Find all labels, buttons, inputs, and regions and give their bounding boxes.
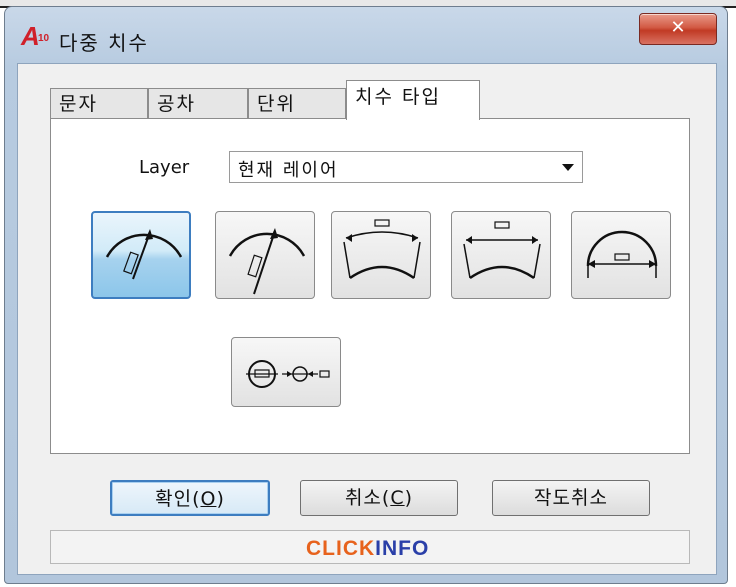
dialog-client-area: 문자 공차 단위 치수 타입 Layer 현재 레이어 확인(O) 취소(C) …	[17, 63, 717, 575]
ok-button[interactable]: 확인(O)	[110, 480, 270, 516]
window-title: 다중 치수	[59, 31, 149, 55]
arc-length-dim-icon	[343, 219, 421, 280]
undo-draw-label: 작도취소	[534, 487, 608, 509]
circle-diameter-dim-icon	[246, 360, 330, 388]
dim-type-circle-diameter-button[interactable]	[231, 337, 341, 407]
layer-dropdown[interactable]: 현재 레이어	[229, 151, 583, 183]
title-bar[interactable]: A 10 다중 치수 ✕	[5, 7, 727, 69]
dim-type-diameter-button[interactable]	[571, 211, 671, 299]
app-icon: A 10	[21, 21, 51, 51]
close-button[interactable]: ✕	[639, 13, 717, 45]
cancel-mnemonic: C	[390, 487, 405, 509]
layer-label: Layer	[139, 157, 190, 178]
dim-type-arc-chord-button[interactable]	[451, 211, 551, 299]
ok-label-end: )	[216, 488, 225, 510]
tab-text[interactable]: 문자	[50, 88, 148, 118]
app-icon-number: 10	[38, 33, 50, 44]
cancel-label: 취소(	[344, 487, 391, 509]
dim-type-arc-length-button[interactable]	[331, 211, 431, 299]
tab-tolerance[interactable]: 공차	[148, 88, 248, 118]
chevron-down-icon	[562, 164, 574, 171]
dim-type-radius-extended-button[interactable]	[215, 211, 315, 299]
cancel-label-end: )	[404, 487, 414, 509]
tab-units[interactable]: 단위	[248, 88, 346, 118]
tab-label: 치수 타입	[355, 86, 441, 108]
brand-logo: CLICKINFO	[306, 537, 429, 561]
tab-label: 문자	[59, 93, 98, 115]
ok-label: 확인(	[155, 488, 201, 510]
status-bar: CLICKINFO	[50, 530, 690, 564]
arc-radius-dim-icon	[105, 229, 183, 280]
ok-mnemonic: O	[200, 488, 217, 510]
tab-panel-dimension-type: Layer 현재 레이어	[50, 118, 690, 454]
cancel-button[interactable]: 취소(C)	[300, 480, 458, 516]
undo-draw-button[interactable]: 작도취소	[492, 480, 650, 516]
tab-label: 공차	[157, 93, 196, 115]
tab-dimension-type[interactable]: 치수 타입	[346, 80, 480, 120]
app-icon-letter: A	[21, 21, 40, 51]
arc-chord-dim-icon	[463, 221, 541, 280]
arc-diameter-dim-icon	[586, 230, 658, 278]
brand-part1: CLICK	[306, 537, 376, 560]
dialog-window: A 10 다중 치수 ✕ 문자 공차 단위 치수 타입 Layer 현재 레이어	[4, 6, 728, 584]
brand-part2: INFO	[375, 537, 430, 560]
dim-type-radius-button[interactable]	[91, 211, 191, 299]
close-icon: ✕	[670, 17, 686, 38]
arc-radius-extended-dim-icon	[228, 228, 306, 295]
layer-dropdown-value: 현재 레이어	[238, 160, 339, 181]
tab-label: 단위	[257, 93, 296, 115]
